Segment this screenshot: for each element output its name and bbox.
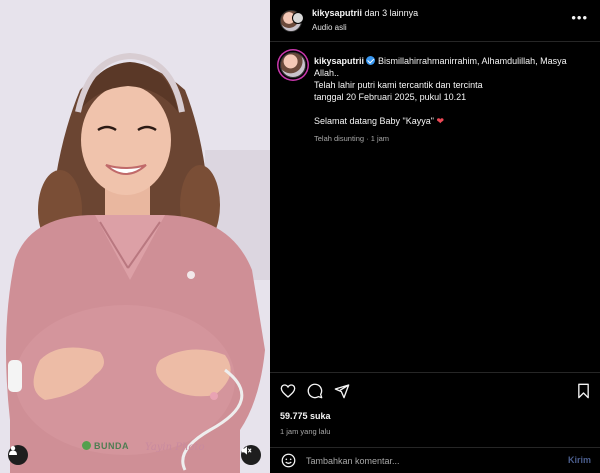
more-options-icon[interactable]: •••: [571, 11, 588, 24]
watermark-signature: Yayin Photo: [145, 442, 205, 453]
verified-badge-icon: [366, 56, 376, 65]
speaker-muted-icon: [241, 446, 252, 455]
caption-line-2: Telah lahir putri kami tercantik dan ter…: [314, 80, 483, 90]
caption-line-3: tanggal 20 Februari 2025, pukul 10.21: [314, 92, 467, 102]
caption-avatar[interactable]: [280, 52, 306, 78]
share-send-icon[interactable]: [334, 383, 350, 399]
post-sidebar: kikysaputrii dan 3 lainnya Audio asli ••…: [270, 0, 600, 473]
likes-count[interactable]: 59.775 suka: [280, 411, 331, 421]
audio-link[interactable]: Audio asli: [312, 23, 347, 32]
header-username-link[interactable]: kikysaputrii: [312, 8, 362, 18]
mute-button[interactable]: [241, 445, 261, 465]
collab-avatar[interactable]: [292, 12, 304, 24]
tagged-users-button[interactable]: [8, 445, 28, 465]
post-media[interactable]: BUNDA Yayin Photo: [0, 0, 270, 473]
caption-line-4: Selamat datang Baby "Kayya" ❤: [314, 116, 445, 126]
post-comment-button[interactable]: Kirim: [568, 455, 591, 465]
edited-timestamp: Telah disunting · 1 jam: [314, 134, 390, 143]
emoji-icon[interactable]: [281, 453, 296, 468]
user-icon: [9, 446, 17, 455]
header-usernames: kikysaputrii dan 3 lainnya: [312, 8, 418, 18]
caption-username-link[interactable]: kikysaputrii: [314, 56, 364, 66]
post-actions: 59.775 suka 1 jam yang lalu Kirim: [270, 372, 600, 473]
watermark-bunda: BUNDA: [82, 441, 129, 451]
save-bookmark-icon[interactable]: [576, 383, 591, 399]
comment-icon[interactable]: [307, 383, 323, 399]
collab-link[interactable]: dan 3 lainnya: [365, 8, 419, 18]
comment-input[interactable]: [306, 452, 546, 470]
post-header: kikysaputrii dan 3 lainnya Audio asli ••…: [270, 0, 600, 42]
post-timestamp[interactable]: 1 jam yang lalu: [280, 427, 330, 436]
red-heart-icon: ❤: [436, 116, 445, 126]
post-photo: [0, 0, 270, 473]
comment-bar: Kirim: [270, 447, 600, 473]
like-heart-icon[interactable]: [280, 383, 296, 399]
